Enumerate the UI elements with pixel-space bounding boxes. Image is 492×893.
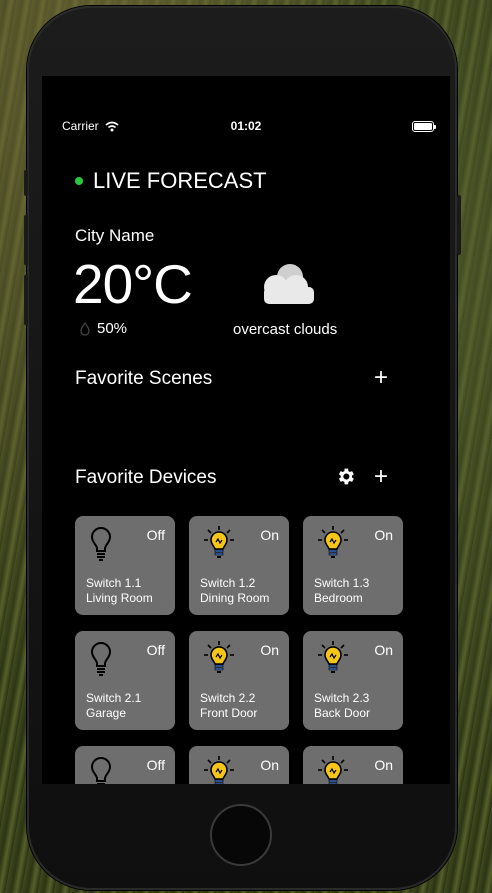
device-label: Switch 2.2 Front Door bbox=[200, 691, 257, 721]
gear-icon[interactable] bbox=[335, 466, 356, 487]
mute-switch bbox=[24, 170, 28, 196]
device-label: Switch 1.3 Bedroom bbox=[314, 576, 369, 606]
device-label: Switch 1.2 Dining Room bbox=[200, 576, 269, 606]
device-state: On bbox=[374, 642, 393, 658]
favorite-scenes-title: Favorite Scenes bbox=[75, 368, 213, 389]
city-name: City Name bbox=[75, 226, 155, 245]
device-tile[interactable]: On Switch 2.3 Back Door bbox=[303, 631, 403, 730]
device-tile[interactable]: On Switch 1.2 Dining Room bbox=[189, 516, 289, 615]
bulb-off-icon bbox=[90, 641, 112, 682]
humidity: 50% bbox=[80, 320, 127, 337]
device-name: Switch 2.3 bbox=[314, 691, 370, 705]
live-forecast-header: LIVE FORECAST bbox=[75, 168, 267, 194]
device-state: Off bbox=[146, 642, 165, 658]
app-screen: Carrier 01:02 LIVE FORECAST City Name 20… bbox=[42, 76, 450, 784]
device-tile[interactable]: Off Switch 2.1 Garage bbox=[75, 631, 175, 730]
bulb-on-icon bbox=[318, 756, 348, 784]
device-state: On bbox=[374, 757, 393, 773]
power-button bbox=[457, 195, 461, 255]
device-state: On bbox=[260, 642, 279, 658]
favorite-devices-title: Favorite Devices bbox=[75, 467, 217, 488]
device-room: Back Door bbox=[314, 706, 371, 720]
device-room: Bedroom bbox=[314, 591, 363, 605]
device-room: Living Room bbox=[86, 591, 153, 605]
device-room: Garage bbox=[86, 706, 127, 720]
home-button[interactable] bbox=[210, 804, 272, 866]
device-state: On bbox=[260, 527, 279, 543]
bulb-on-icon bbox=[318, 526, 348, 565]
device-tile[interactable]: On Switch 2.2 Front Door bbox=[189, 631, 289, 730]
device-label: Switch 1.1 Living Room bbox=[86, 576, 153, 606]
device-name: Switch 2.1 bbox=[86, 691, 142, 705]
live-indicator-dot bbox=[75, 177, 83, 185]
live-forecast-label: LIVE FORECAST bbox=[93, 168, 267, 193]
clock: 01:02 bbox=[230, 119, 262, 133]
device-state: On bbox=[260, 757, 279, 773]
temperature: 20°C bbox=[73, 253, 193, 315]
droplet-icon bbox=[80, 321, 90, 336]
bulb-on-icon bbox=[204, 756, 234, 784]
device-label: Switch 2.3 Back Door bbox=[314, 691, 370, 721]
volume-down-button bbox=[24, 275, 28, 325]
device-room: Front Door bbox=[200, 706, 258, 720]
bulb-on-icon bbox=[318, 641, 348, 680]
device-tile[interactable]: On bbox=[303, 746, 403, 784]
device-tile[interactable]: Off bbox=[75, 746, 175, 784]
humidity-value: 50% bbox=[97, 320, 128, 337]
device-name: Switch 2.2 bbox=[200, 691, 256, 705]
device-tile[interactable]: On Switch 1.3 Bedroom bbox=[303, 516, 403, 615]
add-device-button[interactable]: + bbox=[374, 465, 388, 489]
device-room: Dining Room bbox=[200, 591, 270, 605]
add-scene-button[interactable]: + bbox=[374, 366, 388, 390]
bulb-off-icon bbox=[90, 526, 112, 567]
device-state: Off bbox=[146, 527, 165, 543]
bulb-on-icon bbox=[204, 526, 234, 565]
device-name: Switch 1.1 bbox=[86, 576, 142, 590]
bulb-off-icon bbox=[90, 756, 112, 784]
device-tile[interactable]: Off Switch 1.1 Living Room bbox=[75, 516, 175, 615]
device-state: On bbox=[374, 527, 393, 543]
device-name: Switch 1.2 bbox=[200, 576, 256, 590]
device-name: Switch 1.3 bbox=[314, 576, 370, 590]
status-bar: Carrier 01:02 bbox=[42, 118, 450, 136]
weather-condition: overcast clouds bbox=[233, 321, 338, 338]
bulb-on-icon bbox=[204, 641, 234, 680]
device-tile[interactable]: On bbox=[189, 746, 289, 784]
device-label: Switch 2.1 Garage bbox=[86, 691, 141, 721]
cloud-icon bbox=[264, 264, 314, 304]
battery-icon bbox=[412, 121, 436, 132]
device-state: Off bbox=[146, 757, 165, 773]
volume-up-button bbox=[24, 215, 28, 265]
